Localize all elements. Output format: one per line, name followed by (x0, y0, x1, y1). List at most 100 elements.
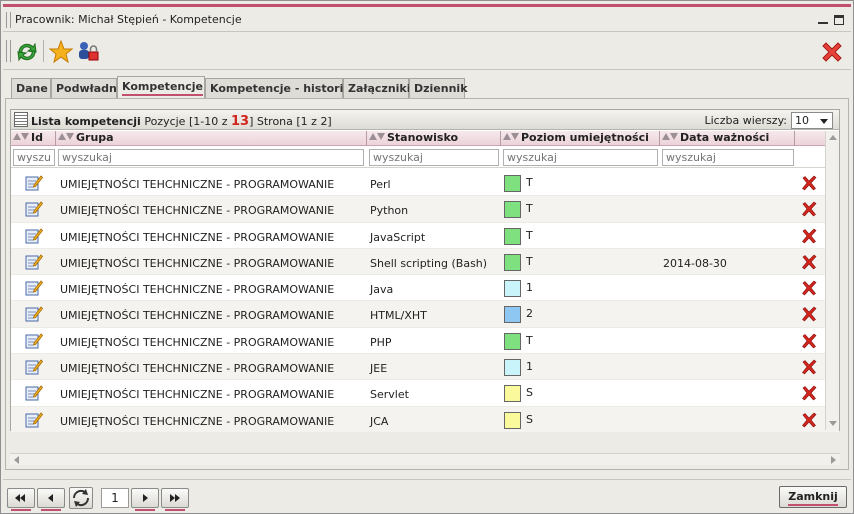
scroll-left-icon[interactable] (14, 456, 19, 464)
cell-group: UMIEJĘTNOŚCI TEHCHNICZNE - PROGRAMOWANIE (60, 283, 335, 297)
delete-icon[interactable] (801, 385, 817, 401)
page-number-input[interactable]: 1 (101, 488, 129, 508)
sort-arrows-icon[interactable] (503, 131, 521, 143)
delete-icon[interactable] (801, 175, 817, 191)
first-page-button[interactable] (7, 488, 35, 511)
refresh-icon[interactable] (14, 39, 40, 65)
delete-icon[interactable] (801, 254, 817, 270)
cell-position: Java (370, 283, 394, 297)
table-row[interactable]: UMIEJĘTNOŚCI TEHCHNICZNE - PROGRAMOWANIE… (11, 406, 839, 433)
level-swatch (504, 385, 521, 403)
column-poziom[interactable]: Poziom umiejętności (501, 131, 660, 146)
tab-podwladni[interactable]: Podwładni (51, 78, 121, 98)
table-row[interactable]: UMIEJĘTNOŚCI TEHCHNICZNE - PROGRAMOWANIE… (11, 248, 839, 276)
edit-icon[interactable] (25, 384, 44, 401)
horizontal-scrollbar[interactable] (10, 453, 840, 465)
table-row[interactable]: UMIEJĘTNOŚCI TEHCHNICZNE - PROGRAMOWANIE… (11, 223, 839, 249)
close-button[interactable]: Zamknij (779, 486, 847, 508)
edit-icon[interactable] (25, 253, 44, 270)
delete-icon[interactable] (801, 333, 817, 349)
column-stanowisko[interactable]: Stanowisko (367, 131, 501, 146)
edit-icon[interactable] (25, 332, 44, 349)
sort-arrows-icon[interactable] (369, 131, 387, 143)
cell-position: Perl (370, 178, 391, 191)
delete-icon[interactable] (801, 228, 817, 244)
next-page-button[interactable] (131, 488, 159, 511)
cell-position: Shell scripting (Bash) (370, 256, 488, 270)
delete-icon[interactable] (801, 412, 817, 428)
edit-icon[interactable] (25, 279, 44, 296)
grid-rows: UMIEJĘTNOŚCI TEHCHNICZNE - PROGRAMOWANIE… (11, 170, 839, 433)
cell-level: 1 (526, 281, 533, 295)
edit-icon[interactable] (25, 358, 44, 375)
filter-id-input[interactable] (13, 149, 55, 166)
tab-zalaczniki[interactable]: Załączniki (343, 78, 411, 98)
filter-data-input[interactable] (662, 149, 794, 166)
cell-group: UMIEJĘTNOŚCI TEHCHNICZNE - PROGRAMOWANIE (60, 309, 335, 323)
cell-level: T (526, 176, 533, 189)
tab-panel: Lista kompetencji Pozycje [1-10 z 13] St… (5, 98, 849, 470)
column-grupa[interactable]: Grupa (56, 131, 367, 146)
cell-group: UMIEJĘTNOŚCI TEHCHNICZNE - PROGRAMOWANIE (60, 362, 335, 376)
list-icon (14, 112, 28, 127)
table-row[interactable]: UMIEJĘTNOŚCI TEHCHNICZNE - PROGRAMOWANIE… (11, 196, 839, 223)
sort-arrows-icon[interactable] (13, 131, 31, 143)
table-row[interactable]: UMIEJĘTNOŚCI TEHCHNICZNE - PROGRAMOWANIE… (11, 301, 839, 328)
table-row[interactable]: UMIEJĘTNOŚCI TEHCHNICZNE - PROGRAMOWANIE… (11, 170, 839, 197)
filter-grupa-input[interactable] (58, 149, 364, 166)
competence-grid: Lista kompetencji Pozycje [1-10 z 13] St… (10, 109, 840, 433)
delete-icon[interactable] (801, 201, 817, 217)
edit-icon[interactable] (25, 227, 44, 244)
tab-dane[interactable]: Dane (11, 78, 51, 98)
table-row[interactable]: UMIEJĘTNOŚCI TEHCHNICZNE - PROGRAMOWANIE… (11, 275, 839, 302)
level-swatch (504, 253, 521, 271)
cell-group: UMIEJĘTNOŚCI TEHCHNICZNE - PROGRAMOWANIE (60, 204, 335, 218)
minimize-button[interactable] (817, 14, 829, 26)
delete-icon[interactable] (801, 306, 817, 322)
scroll-right-icon[interactable] (831, 456, 836, 464)
edit-icon[interactable] (25, 200, 44, 217)
cell-group: UMIEJĘTNOŚCI TEHCHNICZNE - PROGRAMOWANIE (60, 335, 335, 349)
filter-stanowisko-input[interactable] (369, 149, 499, 166)
cell-position: Python (370, 204, 409, 218)
star-icon[interactable] (48, 39, 74, 65)
sort-arrows-icon[interactable] (662, 131, 680, 143)
cell-level: T (526, 202, 533, 216)
cell-level: 1 (526, 360, 533, 374)
rows-per-page-label: Liczba wierszy: (704, 114, 788, 127)
rows-per-page-select[interactable]: 10 (791, 112, 833, 129)
edit-icon[interactable] (25, 411, 44, 428)
cell-level: 2 (526, 307, 533, 321)
table-row[interactable]: UMIEJĘTNOŚCI TEHCHNICZNE - PROGRAMOWANIE… (11, 354, 839, 381)
tab-kompetencje[interactable]: Kompetencje (117, 76, 205, 98)
scroll-up-icon[interactable] (829, 135, 837, 140)
filter-poziom-input[interactable] (503, 149, 658, 166)
edit-icon[interactable] (25, 174, 44, 191)
table-row[interactable]: UMIEJĘTNOŚCI TEHCHNICZNE - PROGRAMOWANIE… (11, 328, 839, 355)
cell-group: UMIEJĘTNOŚCI TEHCHNICZNE - PROGRAMOWANIE (60, 230, 335, 244)
cell-group: UMIEJĘTNOŚCI TEHCHNICZNE - PROGRAMOWANIE (60, 178, 335, 191)
maximize-button[interactable] (833, 14, 845, 26)
table-row[interactable]: UMIEJĘTNOŚCI TEHCHNICZNE - PROGRAMOWANIE… (11, 380, 839, 407)
cell-level: S (526, 386, 533, 400)
column-data-waznosci[interactable]: Data ważności (660, 131, 795, 146)
level-swatch (504, 227, 521, 245)
scroll-down-icon[interactable] (829, 421, 837, 426)
user-lock-icon[interactable] (75, 39, 101, 65)
column-id[interactable]: Id (11, 131, 56, 146)
last-page-button[interactable] (161, 488, 189, 511)
close-red-icon[interactable] (819, 39, 845, 65)
cell-group: UMIEJĘTNOŚCI TEHCHNICZNE - PROGRAMOWANIE (60, 388, 335, 402)
delete-icon[interactable] (801, 359, 817, 375)
delete-icon[interactable] (801, 280, 817, 296)
edit-icon[interactable] (25, 305, 44, 322)
reload-button[interactable] (69, 487, 93, 509)
cell-level: T (526, 228, 533, 242)
grip-handle[interactable] (6, 12, 11, 28)
vertical-scrollbar[interactable] (825, 131, 839, 430)
tab-kompetencje-historia[interactable]: Kompetencje - historia (205, 78, 351, 98)
prev-page-button[interactable] (37, 488, 65, 511)
cell-level: T (526, 254, 533, 268)
tab-dziennik[interactable]: Dziennik (409, 78, 468, 98)
sort-arrows-icon[interactable] (58, 131, 76, 143)
